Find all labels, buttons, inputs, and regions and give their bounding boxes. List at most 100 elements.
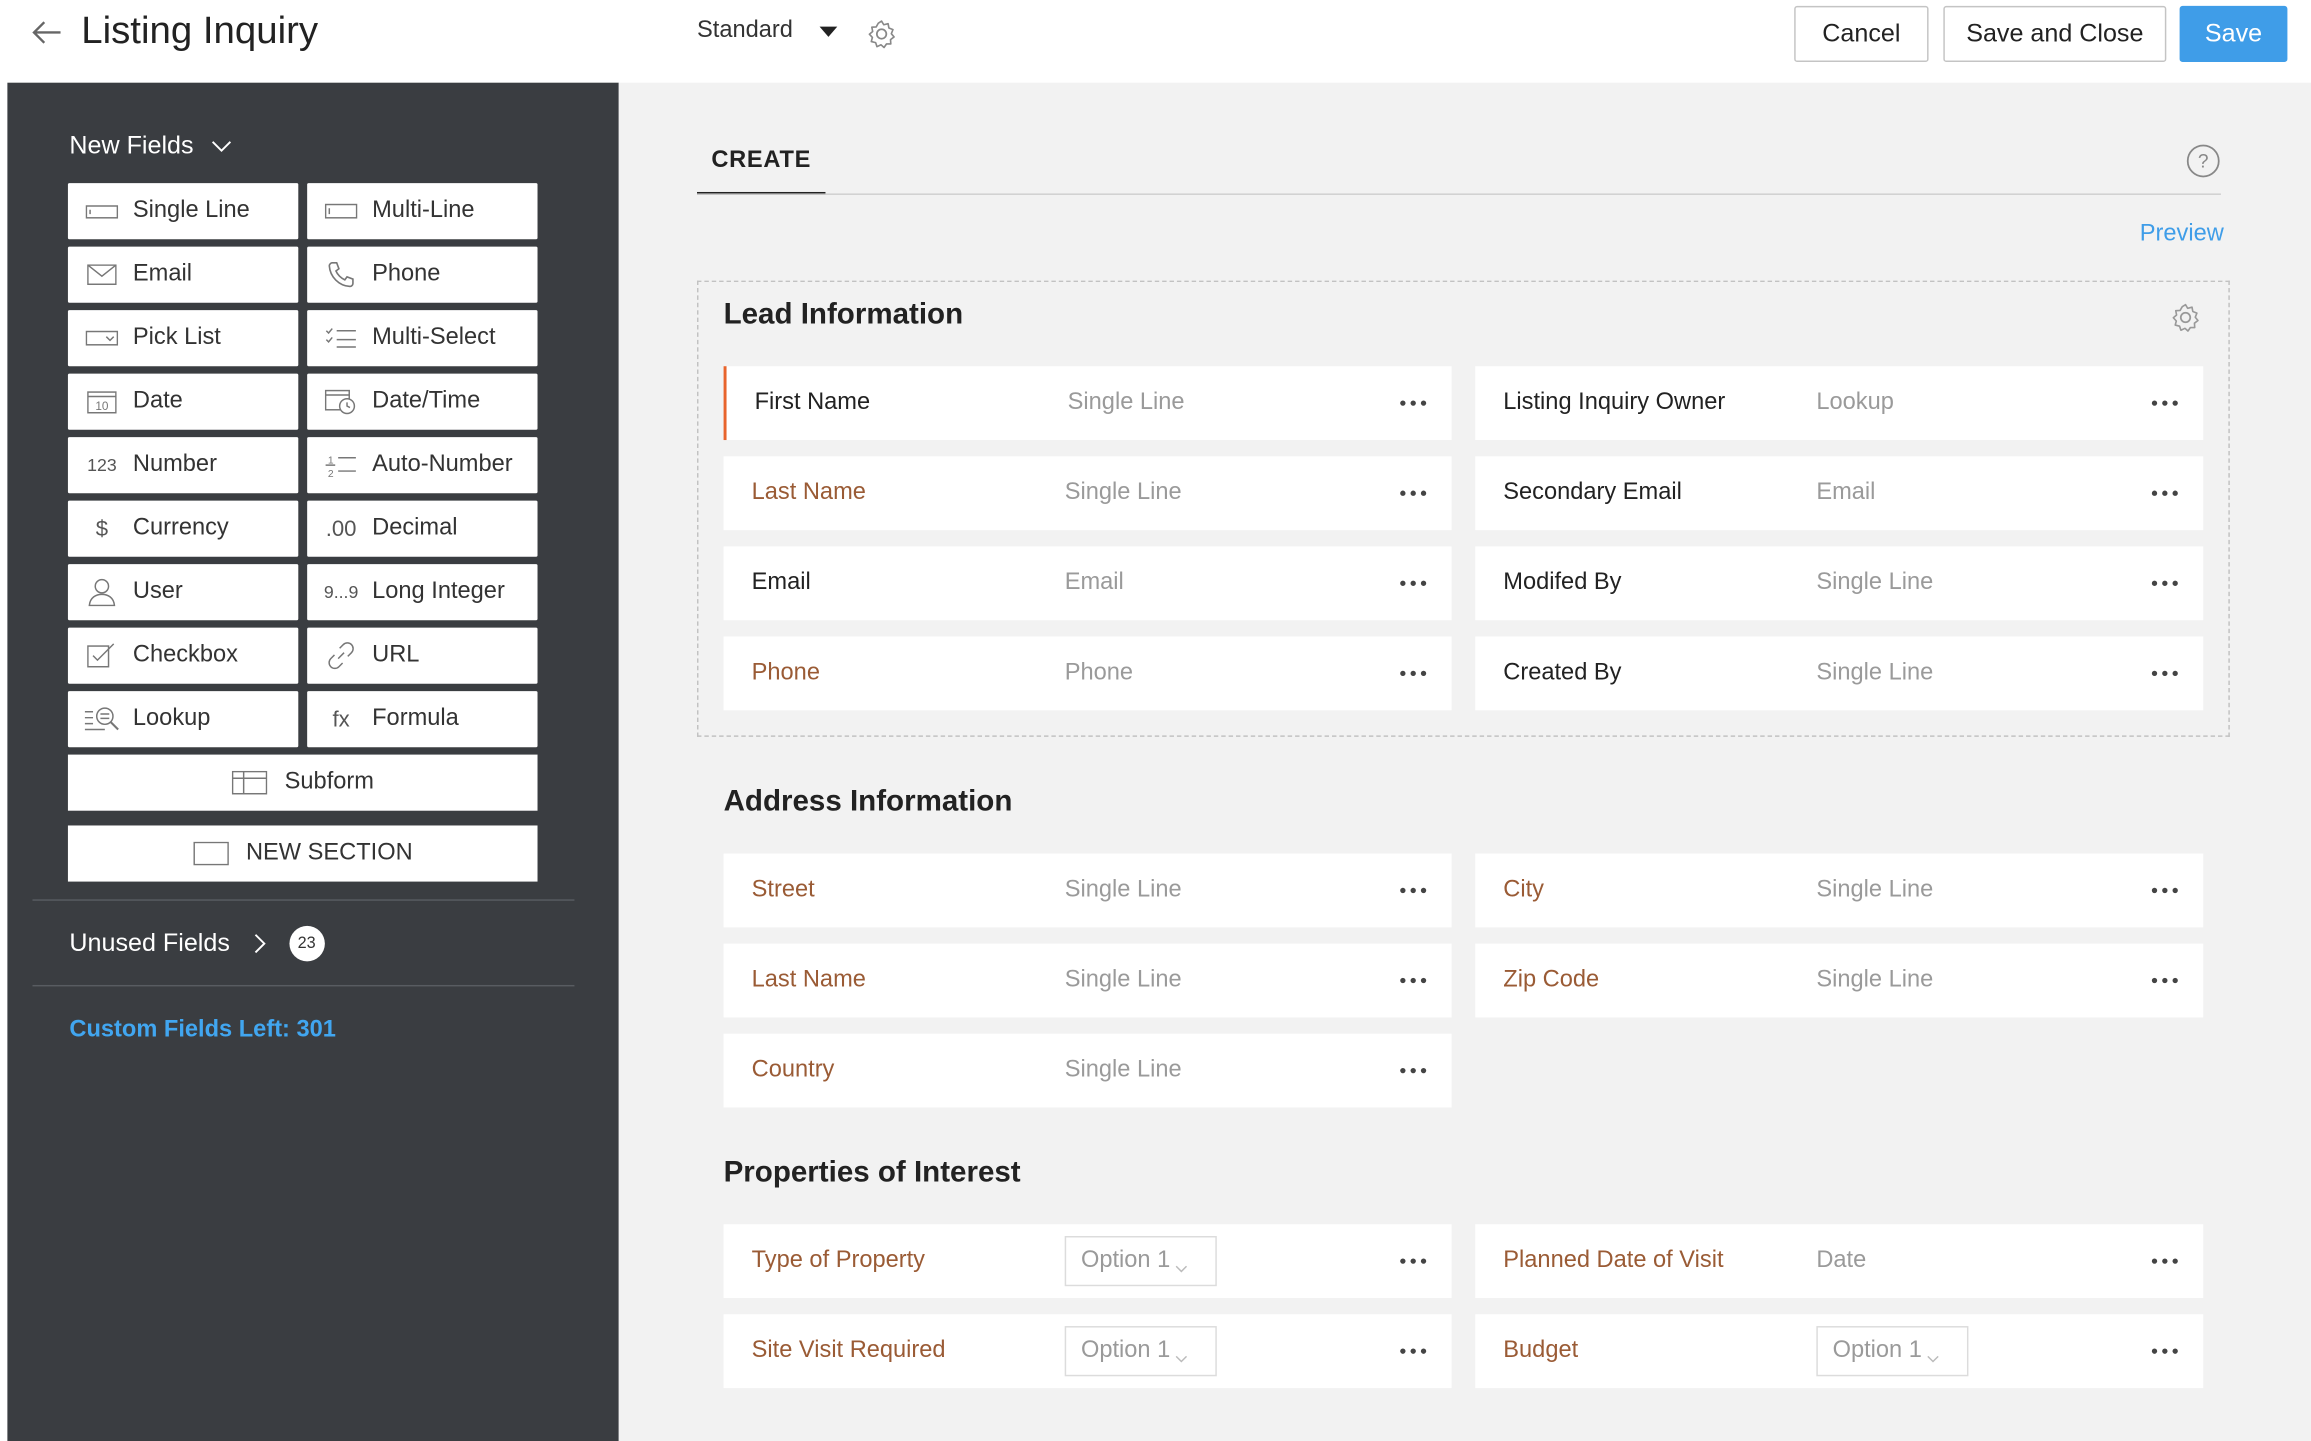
field-type-currency[interactable]: $ Currency <box>67 500 299 557</box>
date-icon: 10 <box>83 390 121 414</box>
lookup-icon <box>83 706 121 733</box>
section-settings-gear-icon[interactable] <box>2169 301 2201 333</box>
new-section-button[interactable]: NEW SECTION <box>67 825 538 882</box>
layout-field-row[interactable]: Country Single Line <box>723 1033 1452 1108</box>
more-options-icon[interactable] <box>2150 660 2180 687</box>
more-options-icon[interactable] <box>1398 1248 1428 1275</box>
field-name: Listing Inquiry Owner <box>1503 389 1726 415</box>
section-title: Address Information <box>723 785 1013 819</box>
layout-field-row[interactable]: Zip Code Single Line <box>1475 943 2204 1018</box>
layout-field-row[interactable]: Last Name Single Line <box>723 943 1452 1018</box>
picklist-value: Option 1 <box>1832 1337 1922 1363</box>
field-type-long-integer[interactable]: 9...9 Long Integer <box>307 564 538 621</box>
more-options-icon[interactable] <box>2150 967 2180 994</box>
more-options-icon[interactable] <box>1398 1057 1428 1084</box>
field-type: Single Line <box>1816 967 1934 993</box>
field-type-single-line[interactable]: Single Line <box>67 183 299 240</box>
layout-field-row[interactable]: Modifed By Single Line <box>1475 546 2204 621</box>
layout-field-row[interactable]: Type of Property Option 1 <box>723 1224 1452 1299</box>
field-type-label: Email <box>132 261 192 287</box>
more-options-icon[interactable] <box>2150 480 2180 507</box>
unused-fields-toggle[interactable]: Unused Fields 23 <box>69 925 325 962</box>
email-icon <box>83 264 121 286</box>
single-line-icon <box>83 202 121 220</box>
top-bar: Listing Inquiry Standard Cancel Save and… <box>0 0 2311 83</box>
more-options-icon[interactable] <box>1398 570 1428 597</box>
preview-link[interactable]: Preview <box>2140 222 2224 249</box>
layout-field-row[interactable]: Last Name Single Line <box>723 456 1452 531</box>
layout-field-row[interactable]: Phone Phone <box>723 636 1452 711</box>
layout-field-row[interactable]: Site Visit Required Option 1 <box>723 1314 1452 1389</box>
layout-field-row[interactable]: Secondary Email Email <box>1475 456 2204 531</box>
long-integer-icon: 9...9 <box>323 581 359 603</box>
multi-line-icon <box>322 202 360 220</box>
more-options-icon[interactable] <box>2150 1248 2180 1275</box>
url-icon <box>322 641 360 671</box>
more-options-icon[interactable] <box>1398 877 1428 904</box>
gear-icon[interactable] <box>865 18 897 50</box>
field-type-multi-select[interactable]: Multi-Select <box>307 310 538 367</box>
field-type-number[interactable]: 123 Number <box>67 437 299 494</box>
layout-canvas: CREATE ? Preview Lead Information First N… <box>618 82 2311 1441</box>
custom-fields-left: Custom Fields Left: 301 <box>69 1017 336 1043</box>
more-options-icon[interactable] <box>1398 480 1428 507</box>
layout-field-row[interactable]: Street Single Line <box>723 853 1452 928</box>
unused-fields-label: Unused Fields <box>69 928 230 957</box>
subform-button[interactable]: Subform <box>67 754 538 811</box>
more-options-icon[interactable] <box>1398 1338 1428 1365</box>
new-fields-toggle[interactable]: New Fields <box>69 131 232 161</box>
field-type: Email <box>1064 570 1124 596</box>
save-and-close-button[interactable]: Save and Close <box>1943 5 2167 63</box>
field-type-formula[interactable]: fx Formula <box>307 691 538 748</box>
field-type-url[interactable]: URL <box>307 627 538 684</box>
more-options-icon[interactable] <box>2150 390 2180 417</box>
back-arrow-icon[interactable] <box>30 15 65 50</box>
field-type-date-time[interactable]: Date/Time <box>307 373 538 430</box>
save-button[interactable]: Save <box>2179 5 2288 63</box>
field-palette-sidebar: New Fields Single Line Multi-Line Email Pho… <box>7 82 619 1441</box>
field-type-auto-number[interactable]: 1 2 Auto-Number <box>307 437 538 494</box>
more-options-icon[interactable] <box>2150 877 2180 904</box>
more-options-icon[interactable] <box>1398 660 1428 687</box>
cancel-button[interactable]: Cancel <box>1794 5 1929 63</box>
field-type-lookup[interactable]: Lookup <box>67 691 299 748</box>
field-type-phone[interactable]: Phone <box>307 246 538 303</box>
field-type-email[interactable]: Email <box>67 246 299 303</box>
field-type-pick-list[interactable]: Pick List <box>67 310 299 367</box>
date-time-icon <box>322 388 360 415</box>
layout-field-row[interactable]: First Name Single Line <box>723 366 1452 441</box>
field-type-label: Checkbox <box>132 642 238 668</box>
help-icon[interactable]: ? <box>2186 143 2221 178</box>
layout-dropdown[interactable]: Standard <box>697 18 838 45</box>
layout-field-row[interactable]: Budget Option 1 <box>1475 1314 2204 1389</box>
field-type-user[interactable]: User <box>67 564 299 621</box>
field-type-date[interactable]: 10 Date <box>67 373 299 430</box>
field-type-label: Currency <box>132 515 229 541</box>
user-icon <box>83 577 121 607</box>
field-name: Last Name <box>751 967 866 993</box>
field-type-multi-line[interactable]: Multi-Line <box>307 183 538 240</box>
layout-field-row[interactable]: City Single Line <box>1475 853 2204 928</box>
field-type-decimal[interactable]: .00 Decimal <box>307 500 538 557</box>
section-title: Properties of Interest <box>723 1156 1021 1189</box>
more-options-icon[interactable] <box>1398 390 1428 417</box>
field-type: Single Line <box>1064 479 1182 506</box>
more-options-icon[interactable] <box>1398 967 1428 994</box>
field-type-checkbox[interactable]: Checkbox <box>67 627 299 684</box>
new-fields-label: New Fields <box>69 131 194 160</box>
field-type-label: Multi-Line <box>372 197 475 223</box>
picklist-preview: Option 1 <box>1816 1326 1969 1377</box>
chevron-down-icon <box>1176 1345 1188 1363</box>
more-options-icon[interactable] <box>2150 1338 2180 1365</box>
tab-create[interactable]: CREATE <box>697 145 826 195</box>
layout-field-row[interactable]: Created By Single Line <box>1475 636 2204 711</box>
layout-field-row[interactable]: Email Email <box>723 546 1452 621</box>
picklist-value: Option 1 <box>1080 1337 1171 1363</box>
checkbox-icon <box>83 642 121 669</box>
field-name: Created By <box>1503 660 1622 686</box>
layout-field-row[interactable]: Listing Inquiry Owner Lookup <box>1475 366 2204 441</box>
layout-field-row[interactable]: Planned Date of Visit Date <box>1475 1224 2204 1299</box>
field-type-label: Long Integer <box>372 578 505 604</box>
more-options-icon[interactable] <box>2150 570 2180 597</box>
svg-text:2: 2 <box>328 469 334 478</box>
